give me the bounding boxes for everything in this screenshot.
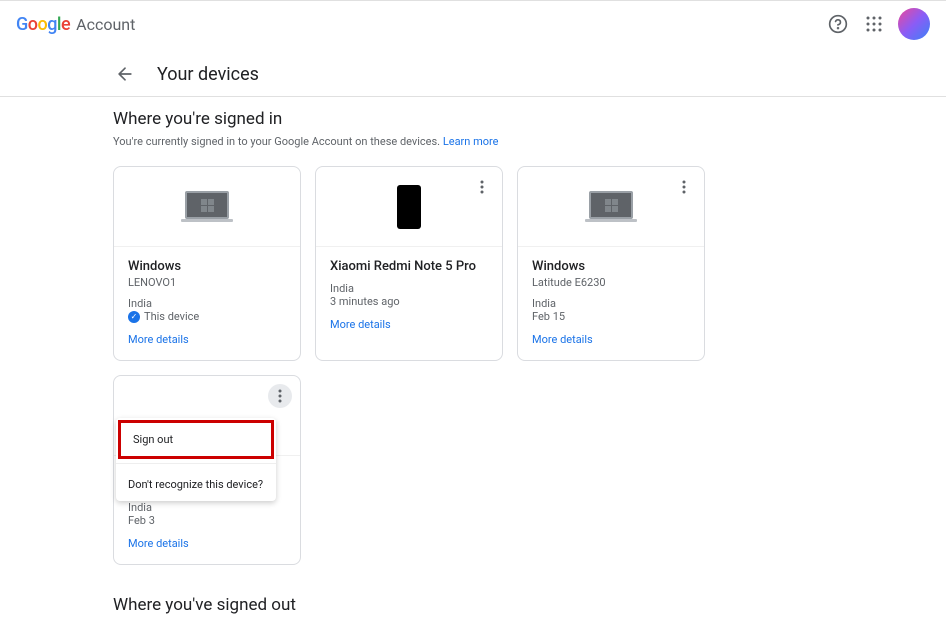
this-device-badge: This device [128,310,286,323]
more-details-link[interactable]: More details [330,318,488,331]
device-time: 3 minutes ago [330,295,488,308]
learn-more-link[interactable]: Learn more [443,135,499,148]
more-menu-button[interactable] [672,175,696,199]
sub-header: Your devices [113,48,833,96]
device-grid: Windows LENOVO1 India This device More d… [113,166,833,565]
device-model: Latitude E6230 [532,276,690,289]
device-location: India [128,297,286,310]
header-divider [0,96,946,97]
device-location: India [330,282,488,295]
device-card: Windows LENOVO1 India This device More d… [113,166,301,361]
device-location: India [532,297,690,310]
sign-out-menu-item[interactable]: Sign out [118,420,274,459]
laptop-icon [179,189,235,225]
laptop-icon [583,189,639,225]
device-preview [518,167,704,247]
device-body: Windows Latitude E6230 India Feb 15 More… [518,247,704,360]
more-menu-button[interactable] [268,384,292,408]
account-text: Account [76,15,135,34]
logo-area[interactable]: Google Account [16,14,135,35]
section-subtitle: You're currently signed in to your Googl… [113,135,833,148]
avatar[interactable] [898,8,930,40]
back-arrow-icon[interactable] [113,62,137,86]
more-details-link[interactable]: More details [128,537,286,550]
top-header: Google Account [0,0,946,48]
device-preview [316,167,502,247]
page-title: Your devices [157,64,259,85]
more-menu-button[interactable] [470,175,494,199]
device-name: Xiaomi Redmi Note 5 Pro [330,259,488,274]
content-area: Your devices [97,48,849,96]
device-card: Xiaomi Redmi Note 5 Pro India 3 minutes … [315,166,503,361]
phone-icon [397,185,421,229]
check-icon [128,311,140,323]
menu-divider [116,463,276,464]
dont-recognize-menu-item[interactable]: Don't recognize this device? [116,468,276,501]
main-content: Where you're signed in You're currently … [97,109,849,615]
device-menu-popup: Sign out Don't recognize this device? [116,418,276,501]
device-time: Feb 3 [128,514,286,527]
device-body: Windows LENOVO1 India This device More d… [114,247,300,360]
apps-icon[interactable] [862,12,886,36]
more-details-link[interactable]: More details [128,333,286,346]
section-title: Where you're signed in [113,109,833,129]
signed-out-section-title: Where you've signed out [113,595,833,615]
google-logo: Google [16,14,70,35]
header-right [826,8,930,40]
device-card: Windows Latitude E6230 India Feb 15 More… [517,166,705,361]
help-icon[interactable] [826,12,850,36]
device-time: Feb 15 [532,310,690,323]
device-body: Xiaomi Redmi Note 5 Pro India 3 minutes … [316,247,502,345]
device-preview [114,167,300,247]
device-model: LENOVO1 [128,276,286,289]
device-name: Windows [128,259,286,274]
device-card: Sign out Don't recognize this device? Wi… [113,375,301,565]
device-name: Windows [532,259,690,274]
more-details-link[interactable]: More details [532,333,690,346]
device-location: India [128,501,286,514]
